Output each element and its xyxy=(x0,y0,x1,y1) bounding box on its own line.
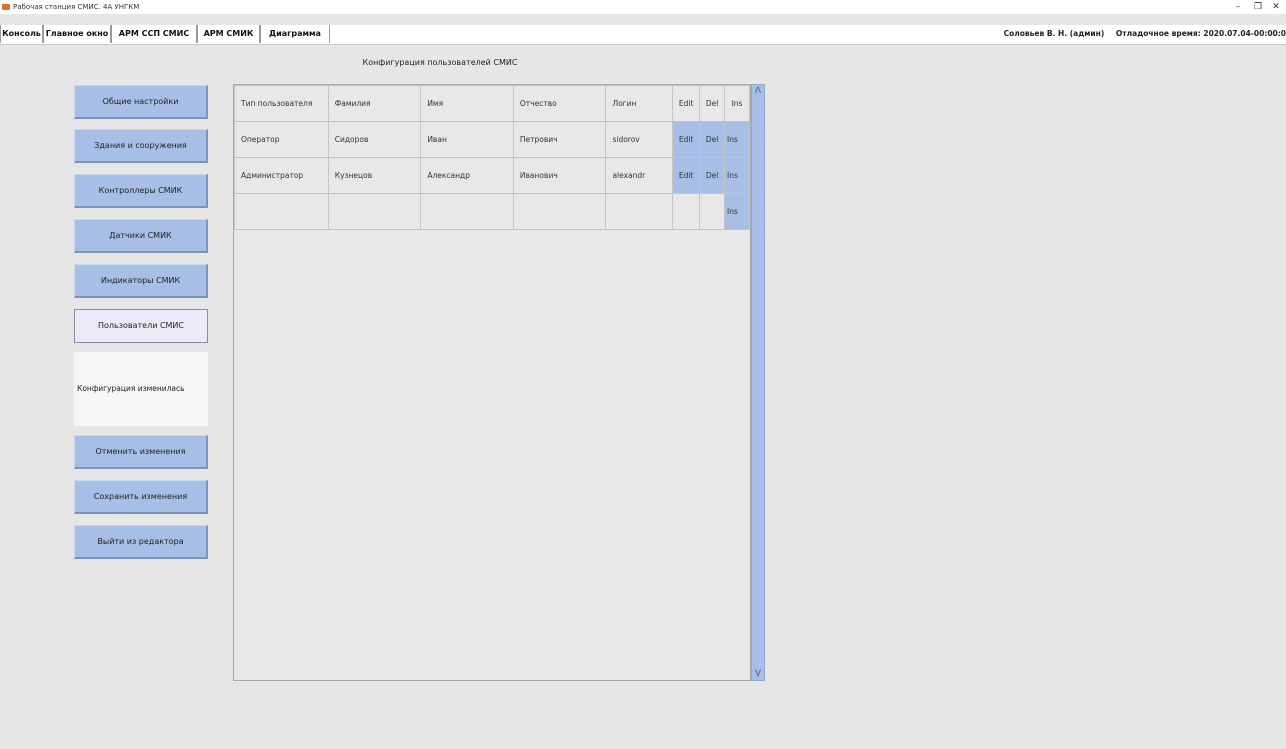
tab-bar: Консоль Главное окно АРМ ССП СМИС АРМ СМ… xyxy=(0,25,1286,45)
sensors-button[interactable]: Датчики СМИК xyxy=(74,219,208,253)
column-header: Del xyxy=(699,85,726,122)
vertical-scrollbar[interactable]: Λ V xyxy=(751,84,765,681)
column-header: Отчество xyxy=(512,85,607,122)
cancel-changes-button[interactable]: Отменить изменения xyxy=(74,435,208,469)
tab-arm-ssp-smis[interactable]: АРМ ССП СМИС xyxy=(111,25,197,43)
status-message: Конфигурация изменилась xyxy=(74,352,208,426)
last-name-cell: Кузнецов xyxy=(327,157,422,194)
tab-console[interactable]: Консоль xyxy=(0,25,43,43)
tab-main-window[interactable]: Главное окно xyxy=(43,25,111,43)
user-type-cell: Оператор xyxy=(234,121,329,158)
table-row: Администратор Кузнецов Александр Иванови… xyxy=(234,157,750,194)
table-row: Оператор Сидоров Иван Петрович sidorov E… xyxy=(234,121,750,158)
tab-arm-smik[interactable]: АРМ СМИК xyxy=(197,25,260,43)
controllers-button[interactable]: Контроллеры СМИК xyxy=(74,174,208,208)
last-name-cell xyxy=(327,193,422,230)
title-bar: Рабочая станция СМИС. 4А УНГКМ – ❐ ✕ xyxy=(0,0,1286,14)
tab-diagram[interactable]: Диаграмма xyxy=(260,25,330,43)
buildings-button[interactable]: Здания и сооружения xyxy=(74,129,208,163)
insert-button[interactable]: Ins xyxy=(724,121,750,158)
middle-name-cell xyxy=(512,193,607,230)
delete-button[interactable]: Del xyxy=(699,157,726,194)
close-button[interactable]: ✕ xyxy=(1264,0,1286,14)
app-icon xyxy=(2,4,10,10)
exit-editor-button[interactable]: Выйти из редактора xyxy=(74,525,208,559)
edit-cell-empty xyxy=(672,193,701,230)
first-name-cell: Александр xyxy=(420,157,514,194)
login-cell: alexandr xyxy=(605,157,674,194)
indicators-button[interactable]: Индикаторы СМИК xyxy=(74,264,208,298)
users-table-container: Тип пользователя Фамилия Имя Отчество Ло… xyxy=(233,84,751,681)
scroll-down-icon[interactable]: V xyxy=(752,668,764,680)
column-header: Логин xyxy=(605,85,674,122)
column-header: Тип пользователя xyxy=(234,85,329,122)
first-name-cell xyxy=(420,193,514,230)
table-row-empty: Ins xyxy=(234,193,750,230)
column-header: Имя xyxy=(420,85,514,122)
scroll-up-icon[interactable]: Λ xyxy=(752,85,764,97)
column-header: Фамилия xyxy=(327,85,422,122)
middle-name-cell: Иванович xyxy=(512,157,607,194)
login-cell xyxy=(605,193,674,230)
edit-button[interactable]: Edit xyxy=(672,121,701,158)
user-type-cell: Администратор xyxy=(234,157,329,194)
last-name-cell: Сидоров xyxy=(327,121,422,158)
current-user: Соловьев В. Н. (админ) xyxy=(1003,29,1105,38)
middle-name-cell: Петрович xyxy=(512,121,607,158)
delete-button[interactable]: Del xyxy=(699,121,726,158)
insert-button[interactable]: Ins xyxy=(724,157,750,194)
insert-button[interactable]: Ins xyxy=(724,193,750,230)
column-header: Edit xyxy=(672,85,701,122)
edit-button[interactable]: Edit xyxy=(672,157,701,194)
page-title: Конфигурация пользователей СМИС xyxy=(362,58,518,67)
debug-time: Отладочное время: 2020.07.04-00:00:0 xyxy=(1115,29,1286,38)
users-table: Тип пользователя Фамилия Имя Отчество Ло… xyxy=(234,85,750,230)
login-cell: sidorov xyxy=(605,121,674,158)
table-header-row: Тип пользователя Фамилия Имя Отчество Ло… xyxy=(234,85,750,122)
users-button[interactable]: Пользователи СМИС xyxy=(74,309,208,343)
window-title: Рабочая станция СМИС. 4А УНГКМ xyxy=(13,3,140,11)
status-area: Соловьев В. Н. (админ) Отладочное время:… xyxy=(995,25,1286,43)
general-settings-button[interactable]: Общие настройки xyxy=(74,85,208,119)
save-changes-button[interactable]: Сохранить изменения xyxy=(74,480,208,514)
delete-cell-empty xyxy=(699,193,726,230)
column-header: Ins xyxy=(724,85,750,122)
first-name-cell: Иван xyxy=(420,121,514,158)
user-type-cell xyxy=(234,193,329,230)
